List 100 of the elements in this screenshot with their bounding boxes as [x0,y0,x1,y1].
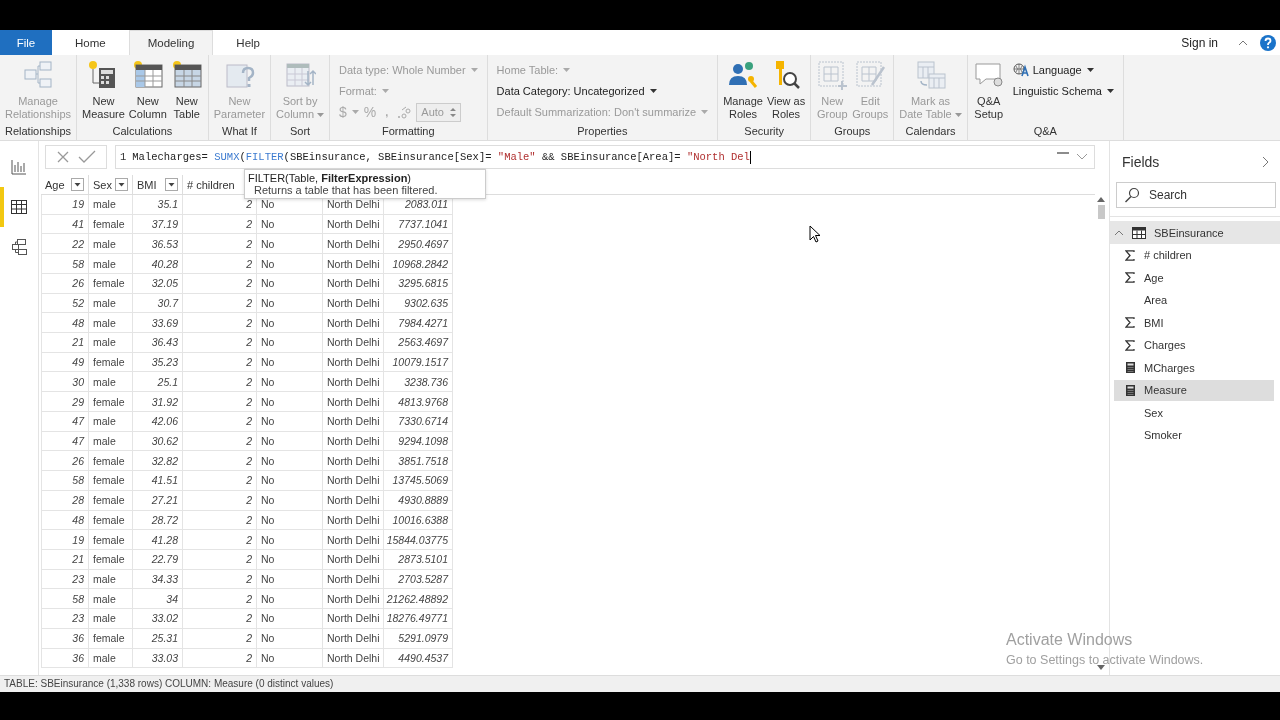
search-field[interactable]: Search [1116,182,1276,208]
table-cell: North Delhi [323,392,384,412]
table-icon [1132,226,1146,239]
spinner-icon[interactable] [449,106,456,118]
dropdown-icon[interactable] [115,178,128,191]
data-view-icon [10,198,28,216]
table-cell: No [257,490,323,511]
table-cell: 2 [183,549,257,570]
formula-field[interactable]: 1 Malecharges= SUMX(FILTER(SBEinsurance, SBEinsurance[Sex]= "Male" && SBEinsurance[Area]= "North Del [115,145,1095,169]
table-cell: female [89,214,133,235]
table-cell: male [89,254,133,274]
table-cell: No [257,628,323,649]
table-cell: 49 [41,352,89,373]
dropdown-icon[interactable] [165,178,178,191]
table-cell: male [89,293,133,314]
table-cell: 2 [183,333,257,353]
caret-icon [563,67,571,72]
field-item[interactable]: # children [1114,245,1274,266]
table-cell: 30.7 [133,293,183,314]
table-cell: 36 [41,628,89,649]
dropdown-button[interactable]: Data Category: Uncategorized [496,82,709,99]
sigma-icon [1125,249,1135,261]
column-header[interactable]: Age [45,178,65,191]
scroll-down-icon[interactable] [1097,665,1105,671]
field-item[interactable]: BMI [1114,312,1274,333]
field-item[interactable]: Charges [1114,335,1274,356]
scroll-thumb[interactable] [1097,205,1105,219]
table-cell: 30.62 [133,431,183,452]
table-cell: 2 [183,234,257,255]
table-cell: North Delhi [323,214,384,235]
caret-icon [381,88,389,93]
field-item[interactable]: Area [1114,290,1274,311]
table-cell: male [89,195,133,215]
group-label: Formatting [381,125,436,139]
column-header[interactable]: Sex [93,178,112,191]
calculator-icon [1125,384,1135,396]
collapse-ribbon-icon[interactable] [1238,39,1248,46]
table-cell: 47 [41,411,89,432]
table-cell: 36.43 [133,333,183,353]
column-header[interactable]: # children [187,178,235,191]
table-cell: North Delhi [323,471,384,491]
table-cell: 2 [183,530,257,550]
table-cell: No [257,372,323,393]
table-cell: 2 [183,510,257,531]
check-icon[interactable] [78,150,96,164]
ribbon-tab[interactable]: Modeling [128,30,214,55]
group-label: Security [743,125,786,139]
table-cell: North Delhi [323,549,384,570]
table-cell: male [89,313,133,334]
table-cell: 2 [183,352,257,373]
chevron-right-icon[interactable] [1262,156,1270,168]
chevron-down-icon[interactable] [1076,153,1088,161]
table-cell: North Delhi [323,254,384,274]
table-cell: 25.31 [133,628,183,649]
close-icon[interactable] [56,150,70,164]
table-cell: 19 [41,530,89,550]
table-cell: 41.51 [133,471,183,491]
table-cell: 7984.4271 [384,313,453,334]
ribbon-button[interactable]: Q&A Setup [970,59,1007,120]
table-cell: North Delhi [323,293,384,314]
table-cell: 28.72 [133,510,183,531]
group-label: What If [221,125,258,139]
search-icon [1124,187,1140,203]
group-label: Calculations [111,125,174,139]
table-cell: male [89,333,133,353]
column-header[interactable]: BMI [137,178,157,191]
ribbon-button[interactable]: View as Roles [764,59,808,120]
table-cell: 9302.635 [384,293,453,314]
caret-icon[interactable] [351,110,359,114]
file-tab[interactable]: File [0,30,52,55]
group-label: Sort [288,125,312,139]
table-cell: female [89,471,133,491]
dropdown-icon[interactable] [71,178,84,191]
table-cell: 2 [183,589,257,610]
sigma-icon [1125,272,1135,284]
status-bar: TABLE: SBEinsurance (1,338 rows) COLUMN: Measure (0 distinct values) [0,675,1280,692]
field-item[interactable]: Smoker [1114,425,1274,446]
ribbon-button[interactable]: New Column [126,59,169,120]
table-cell: 2950.4697 [384,234,453,255]
sign-in-button[interactable]: Sign in [1175,30,1224,55]
field-item[interactable]: Sex [1114,402,1274,423]
dropdown-button[interactable]: Language [1012,61,1114,78]
table-cell: 10016.6388 [384,510,453,531]
table-cell: female [89,530,133,550]
dropdown-button[interactable]: Linguistic Schema [1012,82,1114,99]
chevron-icon[interactable] [1114,229,1124,236]
field-item[interactable]: Measure [1114,380,1274,401]
table-cell: 9294.1098 [384,431,453,452]
table-cell: No [257,352,323,373]
table-cell: 30 [41,372,89,393]
help-icon[interactable] [1260,34,1276,51]
ribbon-button[interactable]: New Table [168,59,205,120]
table-cell: 2 [183,628,257,649]
scroll-up-icon[interactable] [1097,196,1105,202]
table-node[interactable]: SBEinsurance [1110,221,1280,244]
ribbon-button[interactable]: Manage Roles [721,59,765,120]
table-cell: 28 [41,490,89,511]
ribbon-button[interactable]: New Measure [80,59,127,120]
field-item[interactable]: Age [1114,267,1274,288]
field-item[interactable]: MCharges [1114,357,1274,378]
